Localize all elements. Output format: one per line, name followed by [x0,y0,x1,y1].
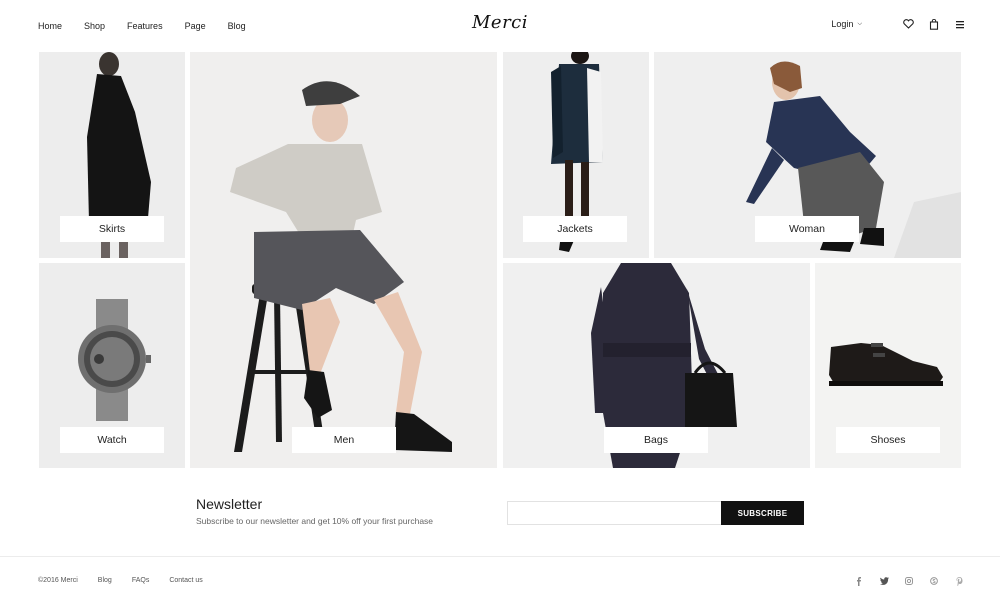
pinterest-icon[interactable] [954,576,964,586]
shopping-bag-icon[interactable] [928,18,940,30]
category-tile-woman[interactable]: Woman [654,52,961,258]
category-tile-jackets[interactable]: Jackets [503,52,649,258]
social-links [839,576,964,586]
hamburger-menu-icon[interactable] [954,18,966,30]
footer-link-faqs[interactable]: FAQs [132,577,150,584]
nav-blog-link[interactable]: Blog [228,20,246,32]
footer-link-blog[interactable]: Blog [98,577,112,584]
tile-label-watch: Watch [60,427,164,453]
facebook-icon[interactable] [854,576,864,586]
main-nav: Home Shop Features Page Blog [38,20,268,32]
tile-label-bags: Bags [604,427,708,453]
chevron-down-icon: ⌵ [857,20,862,27]
category-tile-bags[interactable]: Bags [503,263,810,468]
tile-label-skirts: Skirts [60,216,164,242]
instagram-icon[interactable] [904,576,914,586]
footer-copyright: ©2016 Merci [38,577,78,584]
category-tile-men[interactable]: Men [190,52,497,468]
subscribe-button[interactable]: SUBSCRIBE [721,501,804,525]
nav-features-link[interactable]: Features [127,20,163,32]
twitter-icon[interactable] [879,576,889,586]
newsletter-email-input[interactable] [507,501,722,525]
newsletter-title: Newsletter [196,496,263,512]
heart-icon[interactable] [902,18,914,30]
footer-divider [0,556,1000,557]
men-image [230,81,452,452]
nav-home-link[interactable]: Home [38,20,62,32]
category-tile-shoes[interactable]: Shoses [815,263,961,468]
category-tile-watch[interactable]: Watch [39,263,185,468]
category-tile-skirts[interactable]: Skirts [39,52,185,258]
site-header: Home Shop Features Page Blog Merci Login… [0,0,1000,52]
skype-icon[interactable] [929,576,939,586]
tile-label-men: Men [292,427,396,453]
tile-label-shoes: Shoses [836,427,940,453]
tile-label-jackets: Jackets [523,216,627,242]
nav-page-link[interactable]: Page [185,20,206,32]
login-label: Login [831,19,854,29]
nav-shop-link[interactable]: Shop [84,20,105,32]
tile-label-woman: Woman [755,216,859,242]
footer-links: ©2016 Merci Blog FAQs Contact us [38,577,223,584]
header-actions: Login ⌵ [831,18,966,30]
login-dropdown[interactable]: Login ⌵ [831,19,862,29]
footer-link-contact[interactable]: Contact us [169,577,202,584]
newsletter-subtitle: Subscribe to our newsletter and get 10% … [196,516,434,526]
site-logo[interactable]: Merci [470,12,530,33]
